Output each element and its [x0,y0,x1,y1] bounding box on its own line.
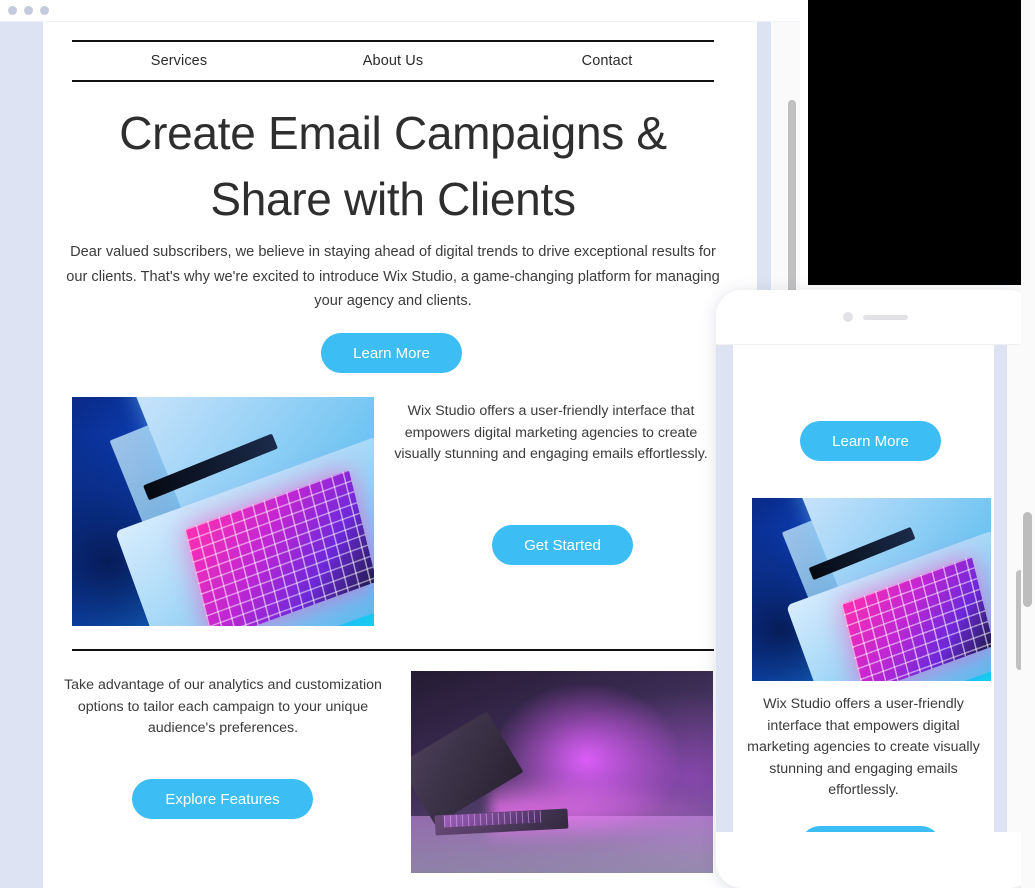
explore-features-button[interactable]: Explore Features [132,779,313,819]
page-title: Create Email Campaigns & Share with Clie… [119,107,667,225]
outer-scrollbar-thumb[interactable] [1023,512,1032,607]
close-icon[interactable] [8,6,17,15]
maximize-icon[interactable] [40,6,49,15]
phone-top-bezel [716,290,1035,345]
page-margin-left [0,22,43,888]
mobile-learn-more-button[interactable]: Learn More [800,421,941,461]
mobile-preview-device: Learn More Wix Studio offers a user-frie… [716,290,1035,888]
screenshot-root: Services About Us Contact Create Email C… [0,0,1035,888]
camera-icon [843,312,853,322]
mobile-laptop-blue-image [752,498,991,681]
outer-scrollbar-track[interactable] [1021,0,1035,888]
section-divider [72,649,714,651]
laptop-purple-image [411,671,713,873]
window-titlebar [0,0,800,22]
phone-screen: Learn More Wix Studio offers a user-frie… [716,345,1035,832]
analytics-blurb: Take advantage of our analytics and cust… [64,677,382,736]
feature-blurb: Wix Studio offers a user-friendly interf… [394,403,708,462]
nav-item-about-us[interactable]: About Us [286,53,500,69]
editor-backdrop [808,0,1035,285]
desktop-preview-window: Services About Us Contact Create Email C… [0,0,800,888]
phone-page-margin-left [716,345,733,832]
learn-more-button[interactable]: Learn More [321,333,462,373]
nav-item-contact[interactable]: Contact [500,53,714,69]
phone-bottom-bezel [716,832,1035,888]
site-nav: Services About Us Contact [72,40,714,82]
mobile-feature-blurb: Wix Studio offers a user-friendly interf… [747,696,980,798]
nav-item-services[interactable]: Services [72,53,286,69]
speaker-icon [863,314,908,320]
window-controls [8,6,49,15]
phone-page-margin-right [994,345,1007,832]
intro-paragraph: Dear valued subscribers, we believe in s… [66,244,720,309]
laptop-blue-image [72,397,374,626]
mobile-email-canvas: Learn More Wix Studio offers a user-frie… [733,345,994,832]
minimize-icon[interactable] [24,6,33,15]
get-started-button[interactable]: Get Started [492,525,633,565]
email-canvas: Services About Us Contact Create Email C… [43,22,757,888]
